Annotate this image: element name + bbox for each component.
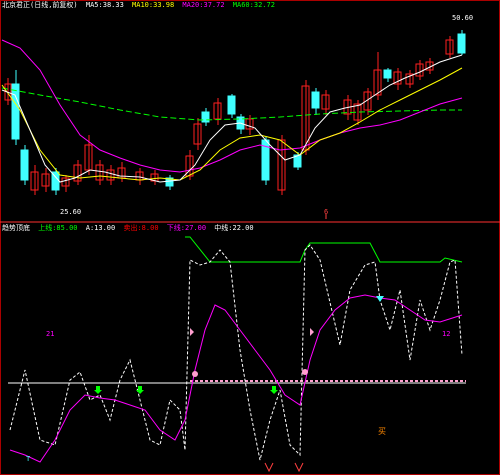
green-arrow-icon <box>136 386 144 394</box>
signal-dot <box>302 369 308 375</box>
buy-marker: 买 <box>378 427 386 436</box>
a-label: A:13.00 <box>85 224 116 232</box>
pink-triangle-icon <box>190 328 194 336</box>
marker-12: 12 <box>442 330 451 338</box>
indicator-panel <box>8 214 466 473</box>
pink-triangle-icon <box>310 328 314 336</box>
candle-down <box>20 149 29 181</box>
bottom-marker: 6 <box>324 208 329 216</box>
candle-down <box>201 111 210 123</box>
marker-21: 21 <box>46 330 55 338</box>
price-high-label: 50.60 <box>452 14 474 22</box>
t-marker: T <box>26 455 31 463</box>
buy-signals <box>94 386 278 394</box>
candlesticks <box>4 30 466 195</box>
top-panel-header: 北京君正(日线,前复权) MA5:38.33 MA10:33.98 MA20:3… <box>2 1 279 10</box>
signal-dot <box>192 371 198 377</box>
candle-down <box>457 33 466 54</box>
ma5-label: MA5:38.33 <box>85 1 124 9</box>
ma5-line <box>1 54 463 183</box>
price-low-label: 25.60 <box>60 208 82 216</box>
white-indicator <box>9 244 463 461</box>
lower-line-label: 下线:27.00 <box>166 224 207 232</box>
stock-chart[interactable] <box>0 0 500 475</box>
magenta-indicator <box>9 294 463 463</box>
sell-label: 卖出:8.00 <box>123 224 159 232</box>
signal-dots <box>190 328 314 377</box>
cyan-diamond-icon <box>376 296 384 302</box>
indicator-title: 趋势顶底 <box>2 224 30 232</box>
middle-line-label: 中线:22.00 <box>214 224 254 232</box>
ma60-label: MA60:32.72 <box>232 1 275 9</box>
stock-title: 北京君正(日线,前复权) <box>2 1 78 9</box>
red-v-icon <box>294 462 304 473</box>
candle-down <box>383 69 392 79</box>
upper-line-label: 上线:85.00 <box>38 224 78 232</box>
candle-down <box>227 95 236 115</box>
candle-down <box>11 83 20 140</box>
bottom-panel-header: 趋势顶底 上线:85.00 A:13.00 卖出:8.00 下线:27.00 中… <box>2 224 258 233</box>
red-v-icon <box>264 462 274 473</box>
ma10-label: MA10:33.98 <box>132 1 175 9</box>
green-arrow-icon <box>270 386 278 394</box>
candle-down <box>311 91 320 109</box>
chart-frame <box>0 0 500 475</box>
green-arrow-icon <box>94 386 102 394</box>
ma20-label: MA20:37.72 <box>182 1 225 9</box>
